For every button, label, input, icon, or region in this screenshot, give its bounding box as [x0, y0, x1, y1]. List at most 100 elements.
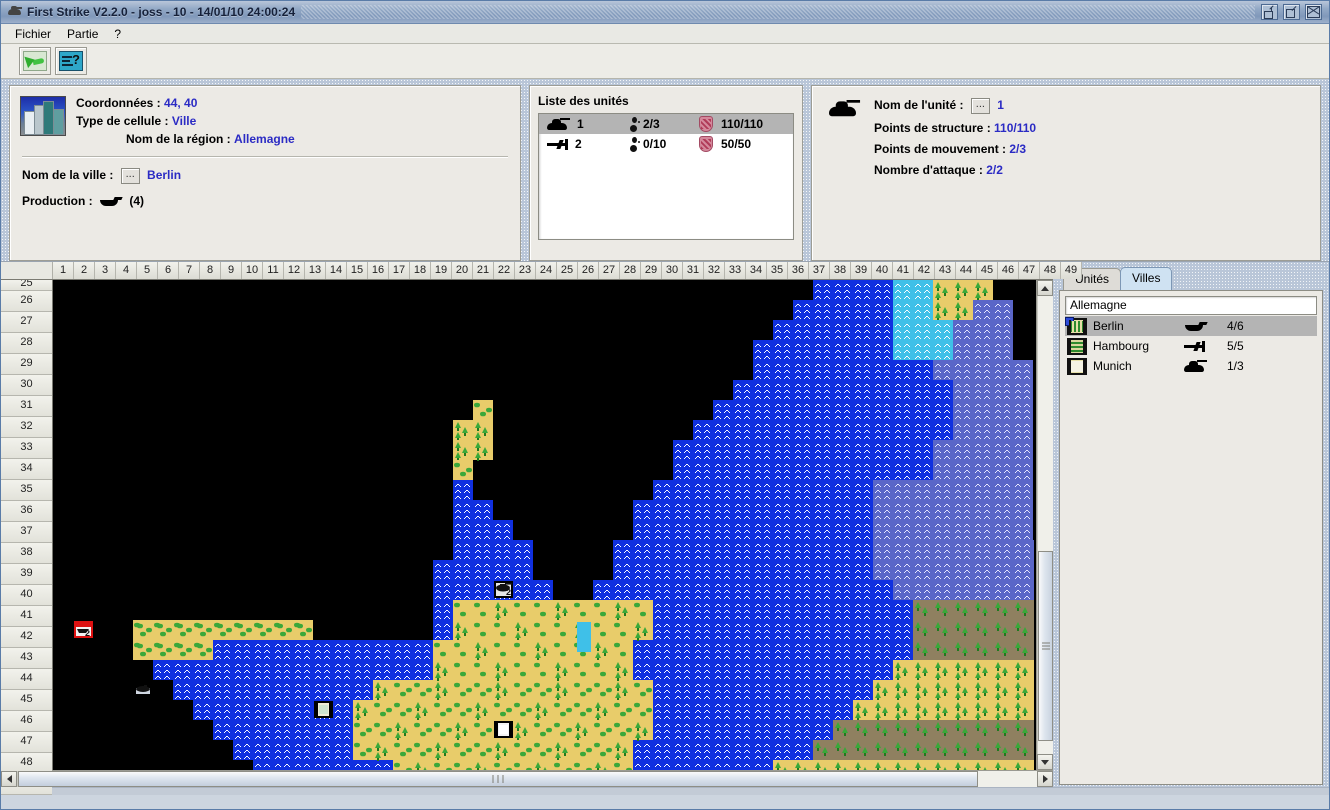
horizontal-scroll-track[interactable] — [17, 771, 1037, 787]
map-row-header[interactable]: 25 — [1, 280, 52, 291]
unit-name-edit-button[interactable]: ... — [970, 98, 990, 114]
map-column-header[interactable]: 13 — [305, 262, 326, 279]
map-column-header[interactable]: 33 — [725, 262, 746, 279]
horizontal-scroll-thumb[interactable] — [18, 771, 978, 787]
map-column-header[interactable]: 31 — [683, 262, 704, 279]
map-row-header[interactable]: 44 — [1, 669, 52, 690]
map-column-header[interactable]: 18 — [410, 262, 431, 279]
map-column-header[interactable]: 35 — [767, 262, 788, 279]
map-column-header[interactable]: 6 — [158, 262, 179, 279]
map-column-header[interactable]: 38 — [830, 262, 851, 279]
map-column-header[interactable]: 26 — [578, 262, 599, 279]
city-row[interactable]: Hambourg 5/5 — [1065, 336, 1317, 356]
vertical-scroll-thumb[interactable] — [1038, 551, 1053, 741]
map-horizontal-scrollbar[interactable] — [1, 770, 1053, 787]
map-column-header[interactable]: 4 — [116, 262, 137, 279]
map-column-header[interactable]: 21 — [473, 262, 494, 279]
map-row-header[interactable]: 37 — [1, 522, 52, 543]
city-list[interactable]: Berlin 4/6 Hambourg 5/5 Munich 1/3 — [1065, 316, 1317, 376]
map-column-header[interactable]: 16 — [368, 262, 389, 279]
map-column-header[interactable]: 24 — [536, 262, 557, 279]
vertical-scroll-track[interactable] — [1037, 296, 1053, 754]
map-row-header[interactable]: 43 — [1, 648, 52, 669]
map-row-header[interactable]: 31 — [1, 396, 52, 417]
map-column-header[interactable]: 15 — [347, 262, 368, 279]
menu-item-fichier[interactable]: Fichier — [7, 26, 59, 42]
map-column-header[interactable]: 32 — [704, 262, 725, 279]
map-column-header[interactable]: 25 — [557, 262, 578, 279]
map-row-header[interactable]: 26 — [1, 291, 52, 312]
map-row-header[interactable]: 38 — [1, 543, 52, 564]
map-column-header[interactable]: 41 — [893, 262, 914, 279]
map-column-header[interactable]: 11 — [263, 262, 284, 279]
map-column-header[interactable]: 10 — [242, 262, 263, 279]
map-column-header[interactable]: 2 — [74, 262, 95, 279]
city-name-edit-button[interactable]: ... — [120, 168, 140, 184]
map-row-header[interactable]: 33 — [1, 438, 52, 459]
map-row-header[interactable]: 41 — [1, 606, 52, 627]
map-row-header[interactable]: 34 — [1, 459, 52, 480]
map-column-header[interactable]: 46 — [998, 262, 1019, 279]
map-column-header[interactable]: 37 — [809, 262, 830, 279]
map-row-header[interactable]: 35 — [1, 480, 52, 501]
map-column-header[interactable]: 36 — [788, 262, 809, 279]
scroll-down-arrow[interactable] — [1037, 754, 1053, 770]
help-button[interactable]: ? — [55, 47, 87, 75]
tab-villes[interactable]: Villes — [1120, 267, 1173, 290]
map-row-header[interactable]: 30 — [1, 375, 52, 396]
map-column-header[interactable]: 7 — [179, 262, 200, 279]
unit-row[interactable]: 1 2/3 110/110 — [539, 114, 793, 134]
map-column-header[interactable]: 49 — [1061, 262, 1082, 279]
map-column-header[interactable]: 1 — [53, 262, 74, 279]
map-row-header[interactable]: 36 — [1, 501, 52, 522]
map-column-header[interactable]: 27 — [599, 262, 620, 279]
map-row-header[interactable]: 28 — [1, 333, 52, 354]
map-row-header[interactable]: 42 — [1, 627, 52, 648]
menu-item-partie[interactable]: Partie — [59, 26, 106, 42]
map-row-header[interactable]: 47 — [1, 732, 52, 753]
map-column-header[interactable]: 3 — [95, 262, 116, 279]
map-canvas[interactable] — [53, 280, 1034, 770]
map-column-header[interactable]: 17 — [389, 262, 410, 279]
map-column-header[interactable]: 22 — [494, 262, 515, 279]
scroll-left-arrow[interactable] — [1, 771, 17, 787]
map-column-header[interactable]: 29 — [641, 262, 662, 279]
map-column-header[interactable]: 42 — [914, 262, 935, 279]
map-column-header[interactable]: 5 — [137, 262, 158, 279]
end-turn-button[interactable] — [19, 47, 51, 75]
map-vertical-scrollbar[interactable] — [1036, 280, 1053, 770]
map-column-header[interactable]: 40 — [872, 262, 893, 279]
minimize-icon[interactable] — [1261, 4, 1278, 20]
units-list[interactable]: 1 2/3 110/110 2 0/10 50/50 — [538, 113, 794, 240]
map-column-header[interactable]: 14 — [326, 262, 347, 279]
map-row-header[interactable]: 46 — [1, 711, 52, 732]
map-column-header[interactable]: 28 — [620, 262, 641, 279]
menu-item-help[interactable]: ? — [106, 26, 129, 42]
maximize-icon[interactable] — [1283, 4, 1300, 20]
map-column-header[interactable]: 47 — [1019, 262, 1040, 279]
close-icon[interactable] — [1305, 4, 1322, 20]
map-canvas-wrap[interactable] — [53, 280, 1036, 770]
map-column-header[interactable]: 23 — [515, 262, 536, 279]
map-column-header[interactable]: 48 — [1040, 262, 1061, 279]
map-column-header[interactable]: 9 — [221, 262, 242, 279]
scroll-up-arrow[interactable] — [1037, 280, 1053, 296]
city-row[interactable]: Berlin 4/6 — [1065, 316, 1317, 336]
unit-row[interactable]: 2 0/10 50/50 — [539, 134, 793, 154]
map-column-header[interactable]: 12 — [284, 262, 305, 279]
map-row-header[interactable]: 32 — [1, 417, 52, 438]
map-column-header[interactable]: 20 — [452, 262, 473, 279]
map-row-header[interactable]: 39 — [1, 564, 52, 585]
map-column-header[interactable]: 43 — [935, 262, 956, 279]
map-row-header[interactable]: 27 — [1, 312, 52, 333]
map-column-header[interactable]: 34 — [746, 262, 767, 279]
map-column-header[interactable]: 30 — [662, 262, 683, 279]
map-row-header[interactable]: 29 — [1, 354, 52, 375]
map-row-header[interactable]: 45 — [1, 690, 52, 711]
map-row-header[interactable]: 40 — [1, 585, 52, 606]
map-column-header[interactable]: 19 — [431, 262, 452, 279]
map-column-header[interactable]: 8 — [200, 262, 221, 279]
map-column-header[interactable]: 44 — [956, 262, 977, 279]
scroll-right-arrow[interactable] — [1037, 771, 1053, 787]
map-column-header[interactable]: 39 — [851, 262, 872, 279]
